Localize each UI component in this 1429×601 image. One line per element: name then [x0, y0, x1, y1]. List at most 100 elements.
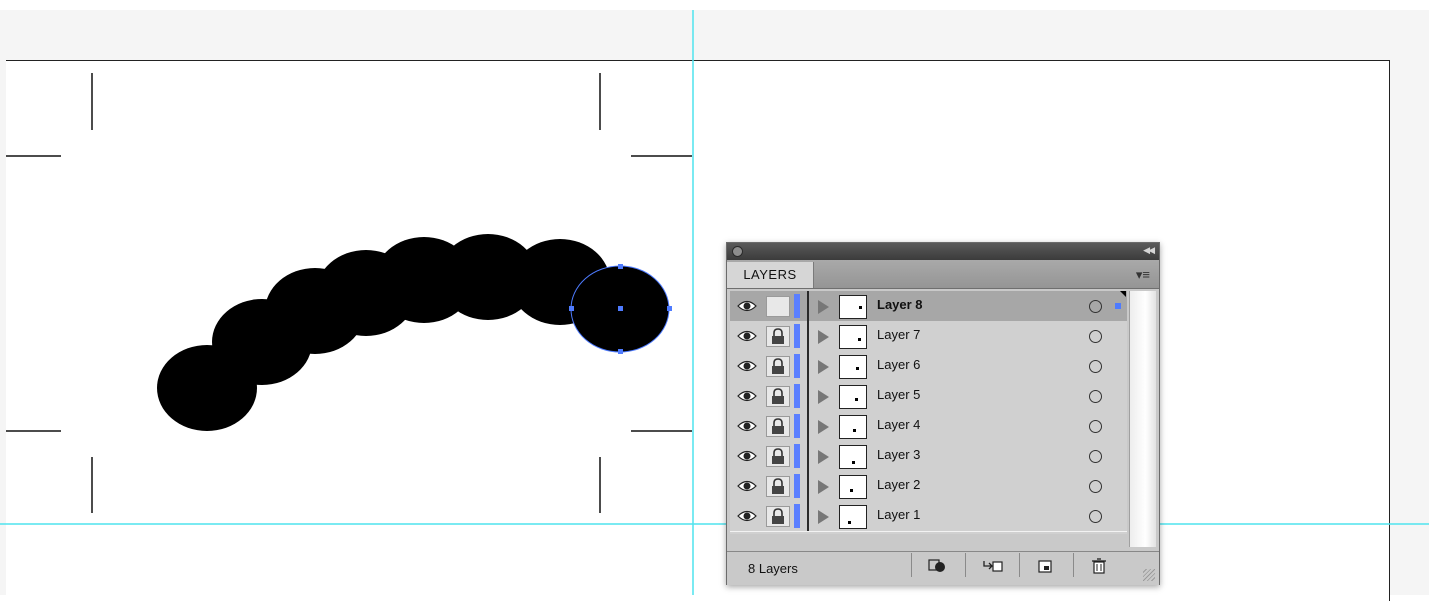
- expand-triangle-icon[interactable]: [818, 330, 829, 344]
- panel-tab-row: LAYERS ▾≡: [727, 260, 1159, 289]
- thumbnail-dot: [850, 489, 853, 492]
- tab-layers[interactable]: LAYERS: [727, 262, 814, 288]
- layer-name[interactable]: Layer 8: [877, 297, 923, 312]
- layer-count: 8 Layers: [748, 561, 798, 576]
- lock-toggle[interactable]: [766, 416, 790, 437]
- create-sublayer-icon: [983, 561, 1003, 572]
- eye-icon: [737, 330, 757, 342]
- column-divider: [807, 501, 809, 531]
- layer-row[interactable]: Layer 2: [730, 471, 1127, 502]
- column-divider: [807, 351, 809, 381]
- target-circle-icon[interactable]: [1089, 450, 1102, 463]
- create-sublayer-button[interactable]: [965, 553, 1016, 577]
- column-divider: [807, 441, 809, 471]
- target-circle-icon[interactable]: [1089, 420, 1102, 433]
- expand-triangle-icon[interactable]: [818, 390, 829, 404]
- canvas-artwork[interactable]: [0, 0, 1429, 595]
- lock-toggle[interactable]: [766, 386, 790, 407]
- thumbnail-dot: [852, 461, 855, 464]
- close-icon[interactable]: [732, 246, 743, 257]
- layer-thumbnail: [839, 385, 867, 409]
- layer-row[interactable]: Layer 8: [730, 291, 1127, 322]
- expand-triangle-icon[interactable]: [818, 480, 829, 494]
- eye-icon: [737, 420, 757, 432]
- visibility-toggle[interactable]: [730, 291, 764, 321]
- thumbnail-dot: [856, 367, 859, 370]
- target-circle-icon[interactable]: [1089, 330, 1102, 343]
- lock-icon: [772, 358, 784, 374]
- target-circle-icon[interactable]: [1089, 360, 1102, 373]
- visibility-toggle[interactable]: [730, 471, 764, 501]
- lock-toggle[interactable]: [766, 446, 790, 467]
- lock-toggle[interactable]: [766, 476, 790, 497]
- layer-color-indicator: [794, 324, 800, 348]
- eye-icon: [737, 510, 757, 522]
- visibility-toggle[interactable]: [730, 351, 764, 381]
- thumbnail-dot: [855, 398, 858, 401]
- expand-triangle-icon[interactable]: [818, 510, 829, 524]
- scrollbar[interactable]: [1129, 291, 1156, 547]
- layer-name[interactable]: Layer 3: [877, 447, 920, 462]
- lock-toggle[interactable]: [766, 506, 790, 527]
- expand-triangle-icon[interactable]: [818, 420, 829, 434]
- panel-titlebar[interactable]: ◀◀: [727, 243, 1159, 260]
- resize-grip-icon[interactable]: [1143, 569, 1155, 581]
- new-layer-icon: [1038, 560, 1052, 573]
- new-layer-button[interactable]: [1019, 553, 1070, 577]
- layer-name[interactable]: Layer 4: [877, 417, 920, 432]
- target-circle-icon[interactable]: [1089, 510, 1102, 523]
- layer-color-indicator: [794, 414, 800, 438]
- expand-triangle-icon[interactable]: [818, 360, 829, 374]
- layer-row[interactable]: Layer 5: [730, 381, 1127, 412]
- column-divider: [807, 471, 809, 501]
- layer-thumbnail: [839, 475, 867, 499]
- layer-row[interactable]: Layer 7: [730, 321, 1127, 352]
- layer-thumbnail: [839, 445, 867, 469]
- layer-name[interactable]: Layer 1: [877, 507, 920, 522]
- layer-color-indicator: [794, 294, 800, 318]
- layer-color-indicator: [794, 504, 800, 528]
- layer-row[interactable]: Layer 1: [730, 501, 1127, 532]
- make-clipping-mask-icon: [928, 559, 945, 572]
- layer-row[interactable]: Layer 6: [730, 351, 1127, 382]
- expand-triangle-icon[interactable]: [818, 300, 829, 314]
- layer-row[interactable]: Layer 3: [730, 441, 1127, 472]
- layer-thumbnail: [839, 415, 867, 439]
- layer-color-indicator: [794, 354, 800, 378]
- layer-row[interactable]: Layer 4: [730, 411, 1127, 442]
- layer-name[interactable]: Layer 6: [877, 357, 920, 372]
- column-divider: [807, 291, 809, 321]
- visibility-toggle[interactable]: [730, 411, 764, 441]
- lock-icon: [772, 478, 784, 494]
- layer-thumbnail: [839, 325, 867, 349]
- column-divider: [807, 411, 809, 441]
- lock-toggle[interactable]: [766, 296, 790, 317]
- target-circle-icon[interactable]: [1089, 300, 1102, 313]
- layer-thumbnail: [839, 295, 867, 319]
- layers-panel: ◀◀ LAYERS ▾≡ Layer 8 Layer 7 Layer 6 Layer …: [726, 242, 1160, 585]
- visibility-toggle[interactable]: [730, 441, 764, 471]
- panel-menu-icon[interactable]: ▾≡: [1136, 267, 1150, 283]
- current-layer-marker-icon: [1120, 291, 1126, 297]
- visibility-toggle[interactable]: [730, 381, 764, 411]
- lock-toggle[interactable]: [766, 356, 790, 377]
- lock-toggle[interactable]: [766, 326, 790, 347]
- selection-indicator[interactable]: [1115, 303, 1121, 309]
- trash-icon: [1092, 558, 1106, 574]
- layer-name[interactable]: Layer 5: [877, 387, 920, 402]
- layer-thumbnail: [839, 505, 867, 529]
- expand-triangle-icon[interactable]: [818, 450, 829, 464]
- visibility-toggle[interactable]: [730, 501, 764, 531]
- target-circle-icon[interactable]: [1089, 390, 1102, 403]
- layer-color-indicator: [794, 384, 800, 408]
- thumbnail-dot: [859, 306, 862, 309]
- make-clipping-mask-button[interactable]: [911, 553, 962, 577]
- column-divider: [807, 321, 809, 351]
- thumbnail-dot: [848, 521, 851, 524]
- layer-name[interactable]: Layer 7: [877, 327, 920, 342]
- layer-name[interactable]: Layer 2: [877, 477, 920, 492]
- target-circle-icon[interactable]: [1089, 480, 1102, 493]
- double-chevron-left-icon[interactable]: ◀◀: [1143, 245, 1155, 256]
- delete-layer-button[interactable]: [1073, 553, 1124, 577]
- visibility-toggle[interactable]: [730, 321, 764, 351]
